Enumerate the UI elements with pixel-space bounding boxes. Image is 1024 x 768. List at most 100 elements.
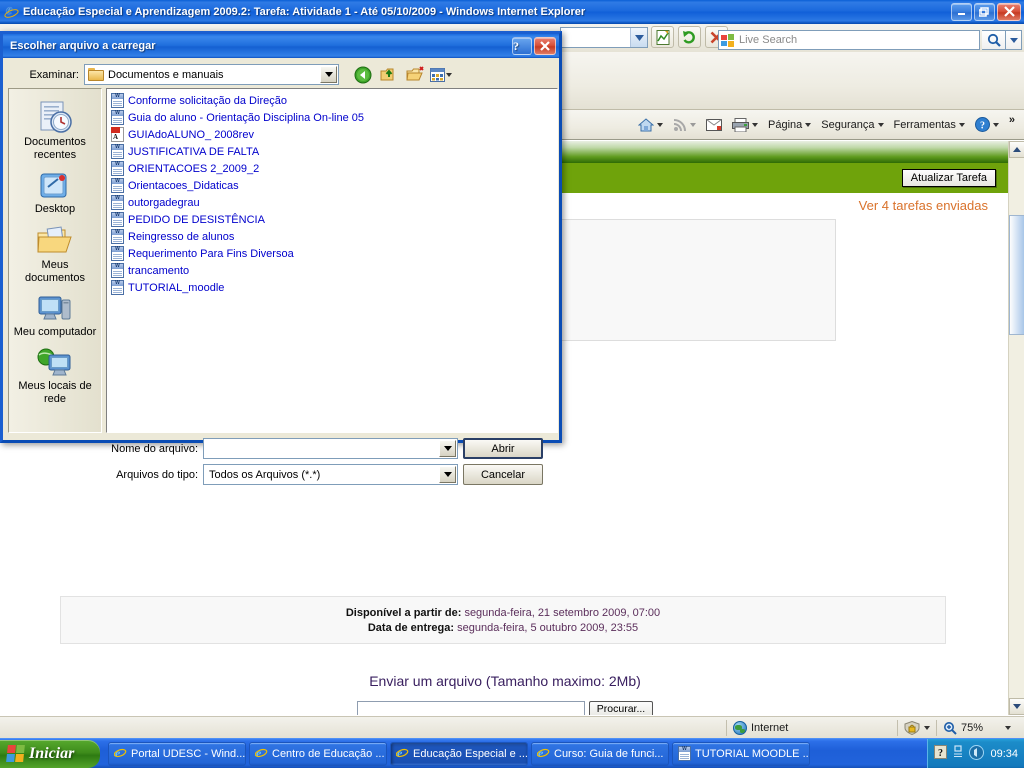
toolbar-overflow-button[interactable]: » <box>1004 110 1020 132</box>
file-path-input[interactable] <box>356 701 585 715</box>
filename-combo[interactable] <box>203 438 458 459</box>
taskbar-items: e Portal UDESC - Wind... e Centro de Edu… <box>108 741 927 766</box>
scroll-down-button[interactable] <box>1009 698 1024 715</box>
word-document-icon: W <box>111 212 124 227</box>
help-menu[interactable]: ? <box>970 114 1004 136</box>
places-item-network-places[interactable]: Meus locais de rede <box>11 345 99 410</box>
file-list[interactable]: W Conforme solicitação da Direção W Guia… <box>106 88 558 433</box>
windows-logo-icon <box>721 33 734 47</box>
file-upload-dialog: Escolher arquivo a carregar ? Examinar: … <box>0 31 562 485</box>
filetype-dropdown-icon[interactable] <box>439 466 456 483</box>
file-name: Reingresso de alunos <box>128 230 235 243</box>
folder-icon <box>88 68 104 81</box>
upload-row: Procurar... <box>0 701 1010 715</box>
rss-icon <box>673 118 687 131</box>
protected-mode-cell[interactable] <box>898 718 936 738</box>
file-list-item[interactable]: W ORIENTACOES 2_2009_2 <box>111 160 557 177</box>
address-bar[interactable] <box>560 27 648 48</box>
my-computer-icon <box>38 296 71 320</box>
filename-row: Nome do arquivo: Abrir <box>106 438 558 459</box>
address-dropdown-icon[interactable] <box>630 28 647 47</box>
browse-button[interactable]: Procurar... <box>588 701 654 715</box>
file-list-item[interactable]: W PEDIDO DE DESISTÊNCIA <box>111 211 557 228</box>
open-button[interactable]: Abrir <box>463 438 543 459</box>
home-button[interactable] <box>633 114 668 136</box>
places-item-recent-documents[interactable]: Documentos recentes <box>11 97 99 166</box>
places-item-my-computer[interactable]: Meu computador <box>11 291 99 343</box>
dialog-toolbar <box>352 64 452 85</box>
dialog-body: Examinar: Documentos e manuais Documento… <box>3 58 559 485</box>
scroll-up-button[interactable] <box>1009 141 1024 158</box>
places-item-desktop[interactable]: Desktop <box>11 168 99 220</box>
up-one-level-button[interactable] <box>378 64 400 85</box>
places-item-label: Meus documentos <box>25 259 85 284</box>
taskbar-item-portal-udesc[interactable]: e Portal UDESC - Wind... <box>108 741 246 766</box>
restore-button[interactable] <box>974 2 995 21</box>
page-scrollbar[interactable] <box>1008 141 1024 715</box>
start-button[interactable]: Iniciar <box>0 739 100 768</box>
taskbar-item-centro-educacao[interactable]: e Centro de Educação ... <box>249 741 387 766</box>
file-list-item[interactable]: W Conforme solicitação da Direção <box>111 92 557 109</box>
filename-label: Nome do arquivo: <box>111 442 198 455</box>
scrollbar-thumb[interactable] <box>1009 215 1024 335</box>
windows-flag-icon <box>6 745 25 762</box>
view-submissions-link[interactable]: Ver 4 tarefas enviadas <box>859 198 988 213</box>
taskbar-item-tutorial-moodle[interactable]: W TUTORIAL MOODLE ... <box>672 741 810 766</box>
taskbar-item-educacao-especial[interactable]: e Educação Especial e ... <box>390 741 528 766</box>
tools-menu[interactable]: Ferramentas <box>889 114 970 136</box>
places-item-my-documents[interactable]: Meus documentos <box>11 222 99 289</box>
shield-lock-icon <box>904 720 920 735</box>
file-list-item[interactable]: W outorgadegrau <box>111 194 557 211</box>
feeds-button[interactable] <box>668 114 701 136</box>
search-input[interactable]: Live Search <box>718 30 980 50</box>
ie-icon: e <box>395 746 409 762</box>
print-button[interactable] <box>727 114 763 136</box>
file-list-item[interactable]: W trancamento <box>111 262 557 279</box>
filetype-combo[interactable]: Todos os Arquivos (*.*) <box>203 464 458 485</box>
file-list-item[interactable]: W Guia do aluno - Orientação Disciplina … <box>111 109 557 126</box>
taskbar-item-curso-guia[interactable]: e Curso: Guia de funci... <box>531 741 669 766</box>
look-in-dropdown-icon[interactable] <box>320 66 337 83</box>
up-one-level-icon <box>380 68 394 81</box>
page-menu[interactable]: Página <box>763 114 816 136</box>
zoom-control[interactable]: 75% <box>937 718 1017 738</box>
file-list-item[interactable]: W TUTORIAL_moodle <box>111 279 557 296</box>
cancel-button[interactable]: Cancelar <box>463 464 543 485</box>
refresh-button[interactable] <box>678 26 701 48</box>
close-button[interactable] <box>997 2 1021 21</box>
file-list-item[interactable]: W Requerimento Para Fins Diversoa <box>111 245 557 262</box>
views-icon <box>430 67 445 82</box>
word-document-icon: W <box>111 144 124 159</box>
search-go-button[interactable] <box>982 30 1006 50</box>
system-tray: ? 09:34 <box>927 738 1024 768</box>
places-item-label: Meu computador <box>13 326 97 338</box>
views-button[interactable] <box>430 64 452 85</box>
tools-menu-label: Ferramentas <box>893 118 956 131</box>
browser-command-bar: Página Segurança Ferramentas ? » <box>560 110 1024 140</box>
minimize-button[interactable] <box>951 2 972 21</box>
security-menu[interactable]: Segurança <box>816 114 888 136</box>
compatibility-view-button[interactable] <box>651 26 674 48</box>
look-in-combo[interactable]: Documentos e manuais <box>84 64 339 85</box>
dialog-help-button[interactable]: ? <box>512 37 532 55</box>
tray-volume-icon[interactable] <box>969 744 985 763</box>
dialog-close-button[interactable] <box>534 37 556 55</box>
file-list-item[interactable]: W JUSTIFICATIVA DE FALTA <box>111 143 557 160</box>
tray-clock[interactable]: 09:34 <box>990 748 1018 760</box>
new-folder-button[interactable] <box>404 64 426 85</box>
tray-expand-icon[interactable] <box>953 745 963 762</box>
update-task-button[interactable]: Atualizar Tarefa <box>901 169 996 187</box>
read-mail-button[interactable] <box>701 114 727 136</box>
browser-title: Educação Especial e Aprendizagem 2009.2:… <box>23 5 586 18</box>
refresh-icon <box>683 30 695 44</box>
svg-text:?: ? <box>938 748 943 759</box>
file-list-item[interactable]: W Reingresso de alunos <box>111 228 557 245</box>
file-name: outorgadegrau <box>128 196 200 209</box>
back-button[interactable] <box>352 64 374 85</box>
file-list-item[interactable]: W Orientacoes_Didaticas <box>111 177 557 194</box>
filename-dropdown-icon[interactable] <box>439 440 456 457</box>
due-date-value: segunda-feira, 5 outubro 2009, 23:55 <box>457 621 639 634</box>
search-dropdown-button[interactable] <box>1006 30 1022 50</box>
file-list-item[interactable]: A GUIAdoALUNO_ 2008rev <box>111 126 557 143</box>
tray-help-icon[interactable]: ? <box>934 745 948 762</box>
